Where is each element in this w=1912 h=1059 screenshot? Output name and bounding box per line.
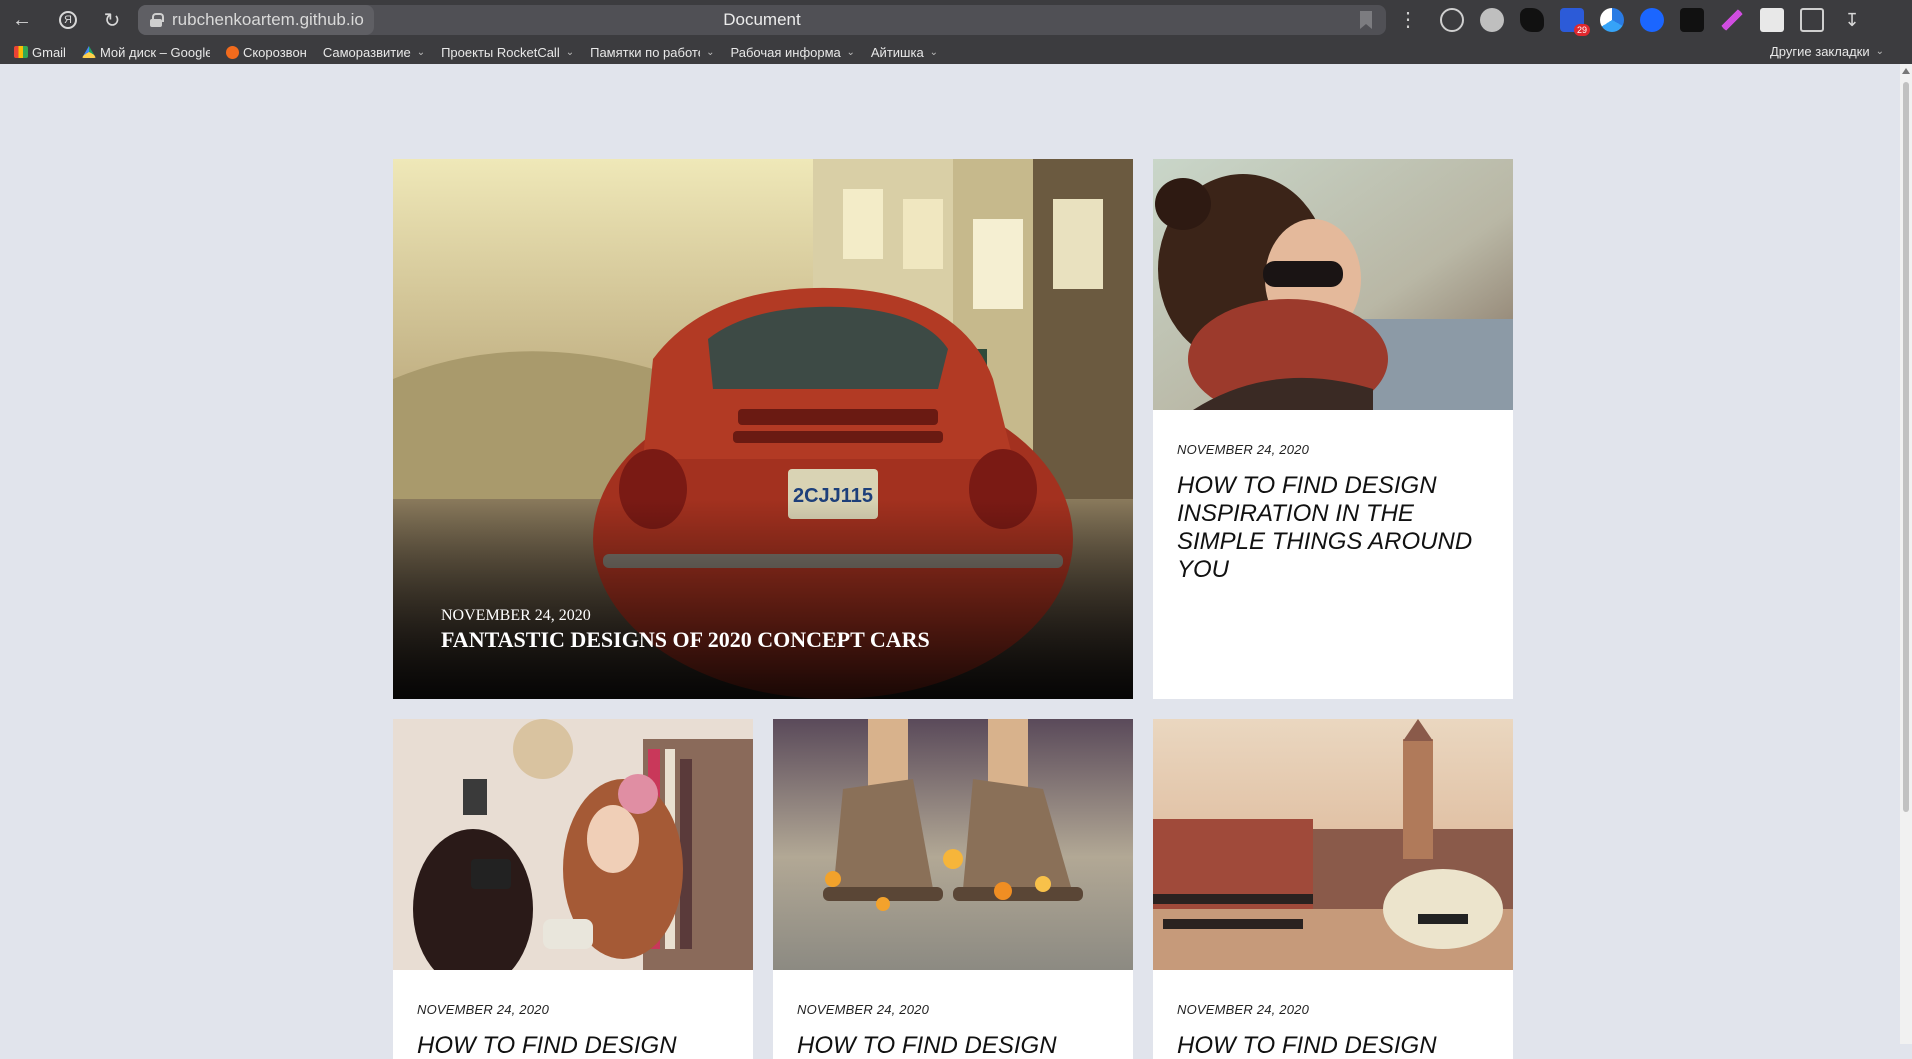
bookmark-label: Саморазвитие bbox=[322, 44, 411, 60]
calendar-ext-icon[interactable]: 29 bbox=[1560, 8, 1590, 36]
page-content: 2CJJ115 NOVEMBER 24, 2020 FANTASTIC DESI… bbox=[0, 64, 1900, 1059]
globe-icon[interactable] bbox=[1480, 8, 1504, 32]
other-bookmarks-label: Другие закладки bbox=[1770, 44, 1870, 59]
browser-toolbar: ← Я ↻ rubchenkoartem.github.io Document … bbox=[0, 0, 1912, 40]
bookmark-folder-rocketcall[interactable]: Проекты RocketCall ⌄ bbox=[441, 45, 574, 60]
bookmark-label: Проекты RocketCall bbox=[441, 44, 560, 60]
url-chip[interactable]: rubchenkoartem.github.io bbox=[138, 5, 374, 35]
bookmark-skorozvon[interactable]: Скорозвон bbox=[225, 44, 307, 60]
scroll-up-icon[interactable] bbox=[1902, 68, 1910, 74]
featured-post-title[interactable]: FANTASTIC DESIGNS OF 2020 CONCEPT CARS bbox=[441, 627, 930, 653]
post-card-2[interactable]: NOVEMBER 24, 2020 HOW TO FIND DESIGN bbox=[773, 719, 1133, 1059]
bookmark-gmail[interactable]: Gmail bbox=[14, 45, 66, 60]
side-post-date: NOVEMBER 24, 2020 bbox=[1177, 442, 1310, 457]
chevron-down-icon: ⌄ bbox=[929, 46, 939, 58]
side-post-card[interactable]: NOVEMBER 24, 2020 HOW TO FIND DESIGN INS… bbox=[1153, 159, 1513, 699]
bookmark-label: Gmail bbox=[32, 44, 66, 60]
skorozvon-icon bbox=[225, 45, 239, 59]
bookmark-label: Мой диск – Google bbox=[99, 44, 210, 60]
bookmark-label: Памятки по работе bbox=[590, 44, 701, 60]
bookmark-icon[interactable] bbox=[1360, 11, 1372, 29]
chevron-down-icon: ⌄ bbox=[846, 46, 855, 58]
hero-gradient-overlay bbox=[393, 499, 1133, 699]
download-icon[interactable]: ↧ bbox=[1840, 8, 1864, 32]
chevron-down-icon: ⌄ bbox=[565, 46, 575, 58]
post-date: NOVEMBER 24, 2020 bbox=[1177, 1002, 1310, 1017]
page-scrollbar[interactable] bbox=[1900, 64, 1912, 1044]
bookmark-label: Рабочая информация bbox=[730, 44, 841, 60]
side-post-title[interactable]: HOW TO FIND DESIGN INSPIRATION IN THE SI… bbox=[1177, 472, 1497, 584]
chevron-down-icon: ⌄ bbox=[416, 46, 426, 58]
chevron-down-icon: ⌄ bbox=[706, 46, 715, 58]
woman-sunglasses-scarf-photo bbox=[1153, 159, 1513, 410]
bookmark-folder-aitishka[interactable]: Айтишка ⌄ bbox=[871, 45, 938, 60]
bookmarks-bar: Gmail Мой диск – Google Скорозвон Самора… bbox=[0, 40, 1912, 64]
post-date: NOVEMBER 24, 2020 bbox=[797, 1002, 930, 1017]
google-drive-icon bbox=[81, 46, 96, 58]
document-ext-icon[interactable] bbox=[1760, 8, 1784, 32]
yandex-icon[interactable]: Я bbox=[48, 0, 88, 40]
lock-icon bbox=[150, 13, 164, 27]
post-title[interactable]: HOW TO FIND DESIGN bbox=[797, 1032, 1117, 1059]
boots-flowers-photo bbox=[773, 719, 1133, 970]
extension-badge: 29 bbox=[1573, 24, 1590, 36]
featured-post-date: NOVEMBER 24, 2020 bbox=[441, 607, 591, 624]
bookmark-label: Айтишка bbox=[870, 44, 924, 60]
town-square-car-photo bbox=[1153, 719, 1513, 970]
scroll-thumb[interactable] bbox=[1903, 82, 1909, 812]
extensions-bar: 29 ↧ bbox=[1440, 0, 1864, 40]
other-bookmarks[interactable]: Другие закладки ⌄ bbox=[1770, 40, 1884, 64]
url-text: rubchenkoartem.github.io bbox=[172, 10, 364, 29]
bookmark-folder-rabochaya[interactable]: Рабочая информация ⌄ bbox=[731, 45, 855, 60]
bookmark-folder-pamyatki[interactable]: Памятки по работе ⌄ bbox=[590, 45, 714, 60]
post-card-3[interactable]: NOVEMBER 24, 2020 HOW TO FIND DESIGN bbox=[1153, 719, 1513, 1059]
gmail-icon bbox=[14, 46, 28, 58]
shazam-icon[interactable] bbox=[1640, 8, 1664, 32]
address-bar[interactable]: rubchenkoartem.github.io Document bbox=[138, 5, 1386, 35]
back-icon[interactable]: ← bbox=[2, 0, 42, 40]
bookmark-folder-samorazvitie[interactable]: Саморазвитие ⌄ bbox=[323, 45, 425, 60]
reload-icon[interactable]: ↻ bbox=[92, 0, 132, 40]
girls-camera-photo bbox=[393, 719, 753, 970]
chevron-down-icon: ⌄ bbox=[1875, 46, 1884, 57]
chrome-ext-icon[interactable] bbox=[1600, 8, 1624, 32]
post-card-1[interactable]: NOVEMBER 24, 2020 HOW TO FIND DESIGN bbox=[393, 719, 753, 1059]
lightbulb-icon[interactable] bbox=[1440, 8, 1464, 32]
menu-kebab-icon[interactable]: ⋮ bbox=[1398, 0, 1418, 40]
post-date: NOVEMBER 24, 2020 bbox=[417, 1002, 550, 1017]
post-title[interactable]: HOW TO FIND DESIGN bbox=[417, 1032, 737, 1059]
feather-icon[interactable] bbox=[1720, 8, 1744, 32]
post-title[interactable]: HOW TO FIND DESIGN bbox=[1177, 1032, 1497, 1059]
gnome-icon[interactable] bbox=[1520, 8, 1544, 32]
cat-ext-icon[interactable] bbox=[1680, 8, 1704, 32]
featured-post-card[interactable]: 2CJJ115 NOVEMBER 24, 2020 FANTASTIC DESI… bbox=[393, 159, 1133, 699]
bookmark-label: Скорозвон bbox=[242, 44, 307, 60]
bookmark-google-drive[interactable]: Мой диск – Google bbox=[81, 44, 210, 60]
reading-list-icon[interactable] bbox=[1800, 8, 1824, 32]
